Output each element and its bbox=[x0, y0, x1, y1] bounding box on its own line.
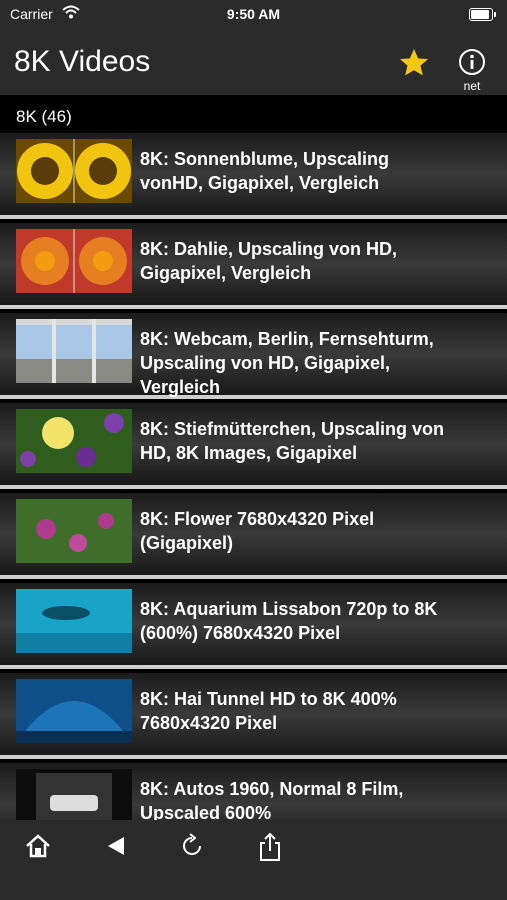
section-title: 8K (46) bbox=[16, 107, 72, 126]
video-title: 8K: Stiefmütterchen, Upscaling von HD, 8… bbox=[140, 419, 445, 463]
video-title: 8K: Sonnenblume, Upscaling vonHD, Gigapi… bbox=[140, 149, 390, 193]
home-indicator-area bbox=[0, 872, 507, 900]
video-title: 8K: Dahlie, Upscaling von HD, Gigapixel,… bbox=[140, 239, 398, 283]
video-row[interactable]: 8K: Sonnenblume, Upscaling vonHD, Gigapi… bbox=[0, 133, 507, 219]
info-button[interactable]: net bbox=[456, 48, 488, 93]
video-thumbnail bbox=[16, 769, 132, 820]
share-icon bbox=[260, 832, 280, 861]
back-arrow-icon bbox=[108, 837, 124, 855]
page-title: 8K Videos bbox=[14, 45, 151, 78]
video-row[interactable]: 8K: Aquarium Lissabon 720p to 8K (600%) … bbox=[0, 583, 507, 669]
video-thumbnail bbox=[16, 139, 132, 203]
info-icon bbox=[459, 49, 485, 75]
share-button[interactable] bbox=[256, 832, 286, 862]
video-thumbnail bbox=[16, 229, 132, 293]
video-title: 8K: Autos 1960, Normal 8 Film, Upscaled … bbox=[140, 779, 404, 820]
video-list[interactable]: 8K: Sonnenblume, Upscaling vonHD, Gigapi… bbox=[0, 133, 507, 820]
clock: 9:50 AM bbox=[226, 6, 281, 22]
video-row[interactable]: 8K: Webcam, Berlin, Fernsehturm, Upscali… bbox=[0, 313, 507, 399]
video-title: 8K: Hai Tunnel HD to 8K 400% 7680x4320 P… bbox=[140, 689, 397, 733]
navigation-bar: 8K Videos net bbox=[0, 30, 507, 95]
star-icon bbox=[400, 49, 428, 76]
video-title: 8K: Flower 7680x4320 Pixel (Gigapixel) bbox=[140, 509, 375, 553]
reload-button[interactable] bbox=[178, 832, 208, 862]
section-header: 8K (46) bbox=[0, 95, 507, 133]
video-row[interactable]: 8K: Stiefmütterchen, Upscaling von HD, 8… bbox=[0, 403, 507, 489]
favorites-button[interactable] bbox=[398, 47, 430, 79]
reload-icon bbox=[183, 833, 201, 855]
bottom-toolbar bbox=[0, 820, 507, 900]
video-title: 8K: Aquarium Lissabon 720p to 8K (600%) … bbox=[140, 599, 438, 643]
video-thumbnail bbox=[16, 319, 132, 383]
video-thumbnail bbox=[16, 589, 132, 653]
video-row[interactable]: 8K: Dahlie, Upscaling von HD, Gigapixel,… bbox=[0, 223, 507, 309]
video-thumbnail bbox=[16, 679, 132, 743]
video-title: 8K: Webcam, Berlin, Fernsehturm, Upscali… bbox=[140, 329, 434, 397]
status-bar: Carrier 9:50 AM bbox=[0, 0, 507, 30]
video-thumbnail bbox=[16, 409, 132, 473]
video-row[interactable]: 8K: Autos 1960, Normal 8 Film, Upscaled … bbox=[0, 763, 507, 820]
battery-icon bbox=[469, 8, 496, 21]
home-icon bbox=[26, 834, 50, 858]
video-row[interactable]: 8K: Flower 7680x4320 Pixel (Gigapixel) bbox=[0, 493, 507, 579]
video-thumbnail bbox=[16, 499, 132, 563]
info-label: net bbox=[463, 79, 481, 93]
back-button[interactable] bbox=[102, 832, 132, 862]
video-row[interactable]: 8K: Hai Tunnel HD to 8K 400% 7680x4320 P… bbox=[0, 673, 507, 759]
home-button[interactable] bbox=[24, 832, 54, 862]
